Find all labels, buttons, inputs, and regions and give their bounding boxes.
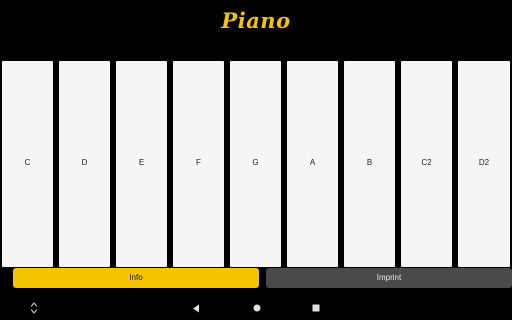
piano-key-c[interactable]: C xyxy=(2,61,53,267)
recents-icon[interactable] xyxy=(310,302,322,314)
piano-key-e[interactable]: E xyxy=(116,61,167,267)
info-button[interactable]: Info xyxy=(13,268,259,288)
key-label: C xyxy=(24,158,31,167)
key-label: C2 xyxy=(421,158,432,167)
app-title: Piano xyxy=(221,8,291,33)
piano-keyboard: C D E F G A B C2 D2 xyxy=(0,61,512,267)
piano-key-g[interactable]: G xyxy=(230,61,281,267)
key-label: E xyxy=(138,158,145,167)
piano-key-f[interactable]: F xyxy=(173,61,224,267)
piano-key-b[interactable]: B xyxy=(344,61,395,267)
back-icon[interactable] xyxy=(190,302,202,314)
piano-key-a[interactable]: A xyxy=(287,61,338,267)
piano-key-d2[interactable]: D2 xyxy=(458,61,510,267)
rotate-icon[interactable] xyxy=(28,302,40,314)
imprint-button[interactable]: Imprint xyxy=(266,268,512,288)
system-nav-bar xyxy=(0,296,512,320)
key-label: D xyxy=(81,158,88,167)
key-label: F xyxy=(196,158,201,167)
home-icon[interactable] xyxy=(251,302,263,314)
key-label: G xyxy=(252,158,259,167)
key-label: A xyxy=(309,158,316,167)
key-label: D2 xyxy=(478,158,490,167)
piano-key-d[interactable]: D xyxy=(59,61,110,267)
piano-key-c2[interactable]: C2 xyxy=(401,61,452,267)
key-label: B xyxy=(366,158,373,167)
piano-screen: Piano C D E F G A B C2 D2 Info Imprint xyxy=(0,0,512,320)
